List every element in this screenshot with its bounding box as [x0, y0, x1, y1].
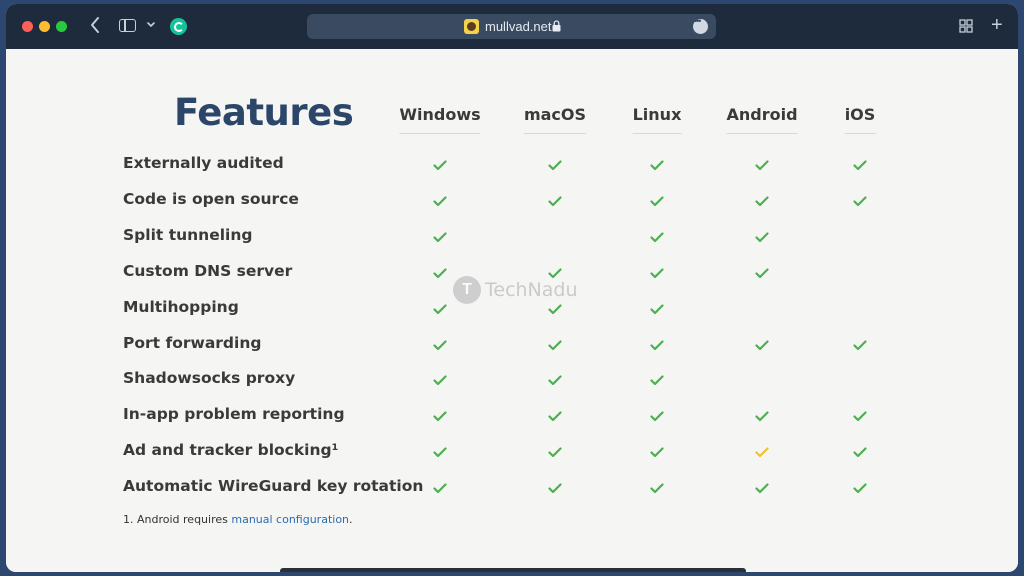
close-window-button[interactable] — [22, 21, 33, 32]
back-icon[interactable] — [88, 15, 102, 35]
feature-label: Multihopping — [123, 297, 239, 316]
feature-label: In-app problem reporting — [123, 405, 345, 424]
feature-label: Split tunneling — [123, 225, 253, 244]
check-icon — [755, 196, 769, 206]
horizontal-scrollbar[interactable] — [280, 568, 746, 572]
page-title: Features — [174, 91, 354, 134]
check-icon — [755, 411, 769, 422]
check-icon — [548, 483, 562, 494]
page-content: Features T TechNadu 1. Android requires … — [6, 49, 1018, 572]
check-icon — [755, 339, 769, 350]
footnote: 1. Android requires manual configuration… — [123, 513, 353, 526]
footnote-suffix: . — [349, 513, 353, 526]
address-bar[interactable]: mullvad.net — [307, 14, 716, 39]
check-icon — [433, 447, 447, 458]
zoom-window-button[interactable] — [56, 21, 67, 32]
watermark-text: TechNadu — [485, 279, 578, 301]
watermark: T TechNadu — [453, 276, 578, 304]
feature-label: Port forwarding — [123, 333, 262, 352]
check-icon — [548, 268, 562, 278]
check-icon — [433, 232, 447, 242]
check-icon — [433, 303, 447, 314]
check-icon — [433, 196, 447, 206]
check-icon — [548, 196, 562, 206]
site-favicon-icon — [464, 19, 479, 34]
check-icon — [548, 447, 562, 458]
feature-label: Code is open source — [123, 189, 299, 208]
column-header-macos: macOS — [523, 105, 587, 134]
manual-configuration-link[interactable]: manual configuration — [231, 513, 349, 526]
lock-icon — [552, 20, 561, 32]
check-icon — [650, 483, 664, 494]
check-icon — [755, 268, 769, 278]
feature-label: Custom DNS server — [123, 261, 293, 280]
check-icon — [853, 411, 867, 422]
check-icon — [433, 160, 447, 171]
grammarly-icon[interactable] — [170, 18, 187, 35]
browser-toolbar: mullvad.net + — [6, 4, 1018, 49]
check-icon — [433, 339, 447, 350]
check-icon — [650, 268, 664, 278]
check-icon — [548, 303, 562, 314]
column-header-linux: Linux — [632, 105, 682, 134]
check-icon — [755, 232, 769, 242]
check-icon — [650, 303, 664, 314]
footnote-text: 1. Android requires — [123, 513, 232, 526]
check-icon — [548, 375, 562, 386]
column-header-ios: iOS — [844, 105, 876, 134]
check-icon — [853, 483, 867, 494]
new-tab-icon[interactable]: + — [991, 15, 1007, 35]
check-icon — [650, 196, 664, 206]
feature-label: Ad and tracker blocking¹ — [123, 441, 339, 460]
check-icon — [650, 447, 664, 458]
feature-label: Automatic WireGuard key rotation — [123, 477, 424, 496]
browser-window: mullvad.net + Features T TechNadu 1. And… — [6, 4, 1018, 572]
tabs-overview-icon[interactable] — [959, 19, 973, 33]
chevron-down-icon[interactable] — [146, 19, 156, 31]
url-text: mullvad.net — [485, 19, 552, 34]
column-header-windows: Windows — [399, 105, 481, 134]
watermark-logo-icon: T — [453, 276, 481, 304]
check-icon — [853, 160, 867, 171]
check-icon — [433, 375, 447, 386]
check-icon — [853, 196, 867, 206]
check-icon — [548, 339, 562, 350]
minimize-window-button[interactable] — [39, 21, 50, 32]
feature-label: Externally audited — [123, 154, 284, 172]
feature-label: Shadowsocks proxy — [123, 369, 296, 388]
check-icon — [433, 483, 447, 494]
check-icon — [433, 268, 447, 278]
check-icon — [650, 375, 664, 386]
check-icon — [853, 447, 867, 458]
sidebar-icon[interactable] — [119, 19, 136, 32]
check-icon — [433, 411, 447, 422]
check-icon — [650, 160, 664, 171]
more-icon[interactable] — [693, 16, 708, 34]
partial-check-icon — [755, 447, 769, 458]
check-icon — [650, 232, 664, 242]
check-icon — [755, 160, 769, 171]
column-header-android: Android — [726, 105, 798, 134]
check-icon — [548, 411, 562, 422]
check-icon — [755, 483, 769, 494]
check-icon — [650, 339, 664, 350]
check-icon — [853, 339, 867, 350]
check-icon — [548, 160, 562, 171]
check-icon — [650, 411, 664, 422]
